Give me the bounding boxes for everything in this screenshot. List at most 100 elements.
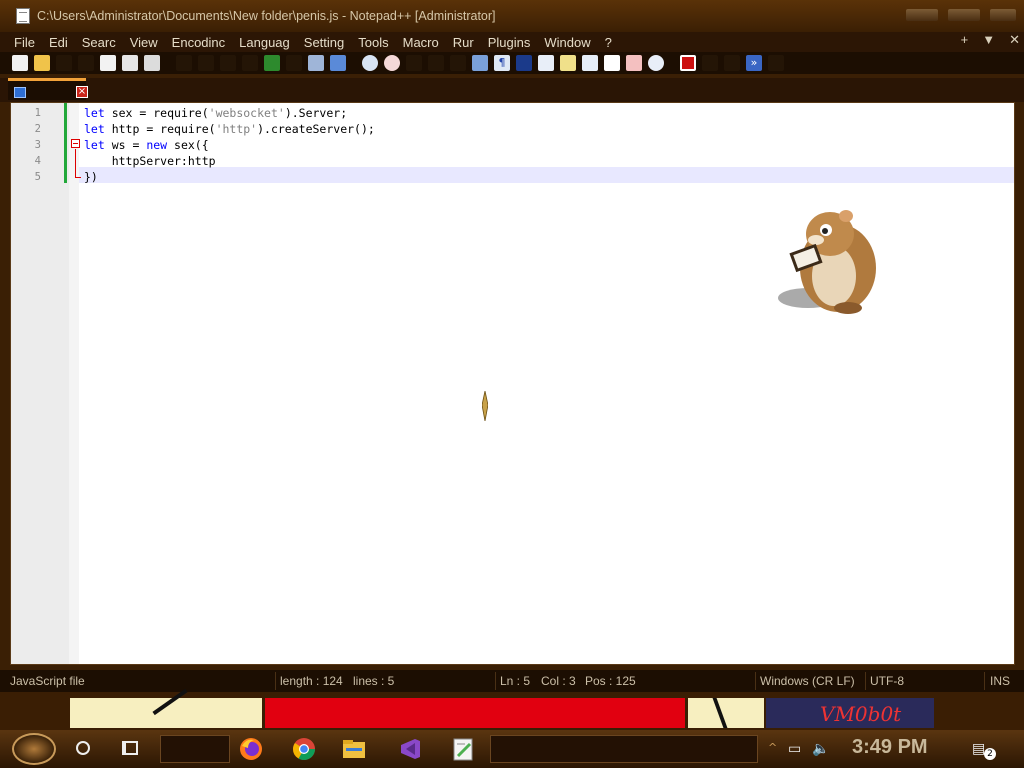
menu-item[interactable]: Window bbox=[544, 35, 590, 50]
code-line[interactable]: 4 httpServer:http bbox=[11, 153, 1014, 169]
menu-item[interactable]: Searc bbox=[82, 35, 116, 50]
new-file-icon[interactable] bbox=[12, 55, 28, 71]
line-number: 4 bbox=[34, 155, 41, 167]
cut-icon[interactable] bbox=[176, 55, 192, 71]
notepad-icon[interactable] bbox=[16, 8, 30, 24]
firefox-icon[interactable] bbox=[238, 736, 264, 762]
tab-penis-js[interactable]: × bbox=[8, 78, 88, 100]
code-token: httpServer:http bbox=[84, 154, 216, 168]
taskbar-search-slot[interactable] bbox=[160, 735, 230, 763]
print-icon[interactable] bbox=[144, 55, 160, 71]
sync-horizontal-icon[interactable] bbox=[428, 55, 444, 71]
show-hidden-icons-icon[interactable]: ^ bbox=[768, 741, 777, 754]
maximize-button[interactable] bbox=[948, 9, 980, 21]
record-macro-icon[interactable] bbox=[680, 55, 696, 71]
file-explorer-icon[interactable] bbox=[341, 736, 367, 762]
menu-item[interactable]: Tools bbox=[358, 35, 388, 50]
find-icon[interactable] bbox=[286, 55, 302, 71]
code-line[interactable]: 1 let sex = require('websocket').Server; bbox=[11, 105, 1014, 121]
save-all-icon[interactable] bbox=[78, 55, 94, 71]
menu-item[interactable]: ? bbox=[605, 35, 612, 50]
taskbar-running-apps bbox=[490, 735, 758, 763]
status-eol[interactable]: Windows (CR LF) bbox=[760, 674, 855, 688]
volume-icon[interactable]: 🔈 bbox=[812, 741, 829, 757]
close-button[interactable] bbox=[990, 9, 1016, 21]
monitoring-icon[interactable] bbox=[626, 55, 642, 71]
redo-icon[interactable] bbox=[264, 55, 280, 71]
save-icon[interactable] bbox=[56, 55, 72, 71]
zoom-out-icon[interactable] bbox=[384, 55, 400, 71]
menu-item[interactable]: Edi bbox=[49, 35, 68, 50]
network-icon[interactable]: ▭ bbox=[788, 741, 801, 757]
keyword-token: let bbox=[84, 122, 105, 136]
cortana-icon[interactable] bbox=[76, 741, 90, 755]
menu-item[interactable]: Languag bbox=[239, 35, 290, 50]
preview-icon[interactable] bbox=[648, 55, 664, 71]
status-lines: lines : 5 bbox=[353, 674, 395, 688]
code-token: ws = bbox=[104, 138, 147, 152]
code-token: sex({ bbox=[167, 138, 209, 152]
code-text: let http = require('http').createServer(… bbox=[84, 121, 375, 137]
replace-icon[interactable] bbox=[308, 55, 324, 71]
code-line[interactable]: 2 let http = require('http').createServer… bbox=[11, 121, 1014, 137]
notepad-plus-plus-icon[interactable] bbox=[450, 736, 476, 762]
indent-guide-icon[interactable]: ¶ bbox=[494, 55, 510, 71]
start-button[interactable] bbox=[12, 733, 56, 765]
code-line[interactable]: 5}) bbox=[11, 169, 1014, 185]
menu-right-controls: + ▼ ✕ bbox=[961, 32, 1020, 48]
close-all-icon[interactable] bbox=[122, 55, 138, 71]
taskbar-clock[interactable]: 3:49 PM bbox=[852, 736, 928, 759]
code-text: }) bbox=[84, 169, 98, 185]
fold-margin[interactable] bbox=[69, 103, 79, 664]
undo-icon[interactable] bbox=[242, 55, 258, 71]
run-macro-multiple-icon[interactable]: » bbox=[746, 55, 762, 71]
code-line[interactable]: 3 let ws = new sex({ bbox=[11, 137, 1014, 153]
menu-item[interactable]: Rur bbox=[453, 35, 474, 50]
doc-switcher-icon[interactable] bbox=[582, 55, 598, 71]
function-list-icon[interactable] bbox=[538, 55, 554, 71]
hamster-reading-pet[interactable] bbox=[778, 206, 878, 316]
code-editor[interactable]: 1 let sex = require('websocket').Server; 2… bbox=[10, 102, 1015, 665]
menu-item[interactable]: Plugins bbox=[488, 35, 531, 50]
zoom-in-icon[interactable] bbox=[362, 55, 378, 71]
close-file-icon[interactable] bbox=[100, 55, 116, 71]
menu-item[interactable]: Setting bbox=[304, 35, 344, 50]
menu-right-control[interactable]: ✕ bbox=[1009, 32, 1020, 48]
keyword-token: new bbox=[146, 138, 168, 152]
window-title: C:\Users\Administrator\Documents\New fol… bbox=[37, 9, 496, 23]
minimize-button[interactable] bbox=[906, 9, 938, 21]
menu-item[interactable]: Encodinc bbox=[172, 35, 225, 50]
file-saved-icon bbox=[14, 87, 26, 98]
task-view-icon[interactable] bbox=[122, 741, 138, 755]
menu-item[interactable]: View bbox=[130, 35, 158, 50]
user-language-icon[interactable] bbox=[604, 55, 620, 71]
chrome-icon[interactable] bbox=[291, 736, 317, 762]
menu-right-control[interactable]: ▼ bbox=[982, 32, 995, 48]
sync-vertical-icon[interactable] bbox=[406, 55, 422, 71]
paste-icon[interactable] bbox=[220, 55, 236, 71]
word-wrap-icon[interactable] bbox=[450, 55, 466, 71]
status-length: length : 124 bbox=[280, 674, 343, 688]
folder-as-workspace-icon[interactable] bbox=[560, 55, 576, 71]
desktop-wallpaper-strip: VM0b0t bbox=[0, 688, 1024, 730]
tab-close-icon[interactable]: × bbox=[76, 86, 88, 98]
code-token: ).Server; bbox=[284, 106, 348, 120]
copy-icon[interactable] bbox=[198, 55, 214, 71]
toolbar: ¶ » bbox=[0, 52, 1024, 74]
visual-studio-icon[interactable] bbox=[397, 736, 423, 762]
show-all-chars-icon[interactable] bbox=[472, 55, 488, 71]
menu-item[interactable]: Macro bbox=[403, 35, 439, 50]
find-in-files-icon[interactable] bbox=[330, 55, 346, 71]
menu-item[interactable]: File bbox=[14, 35, 35, 50]
play-macro-icon[interactable] bbox=[724, 55, 740, 71]
save-macro-icon[interactable] bbox=[768, 55, 784, 71]
taskbar: ^ ▭ 🔈 3:49 PM ▤ 2 bbox=[0, 730, 1024, 768]
status-encoding[interactable]: UTF-8 bbox=[870, 674, 904, 688]
code-token: }) bbox=[84, 170, 98, 184]
line-number: 3 bbox=[34, 139, 41, 151]
open-file-icon[interactable] bbox=[34, 55, 50, 71]
menu-right-control[interactable]: + bbox=[961, 32, 969, 48]
keyword-token: let bbox=[84, 106, 105, 120]
stop-macro-icon[interactable] bbox=[702, 55, 718, 71]
document-map-icon[interactable] bbox=[516, 55, 532, 71]
